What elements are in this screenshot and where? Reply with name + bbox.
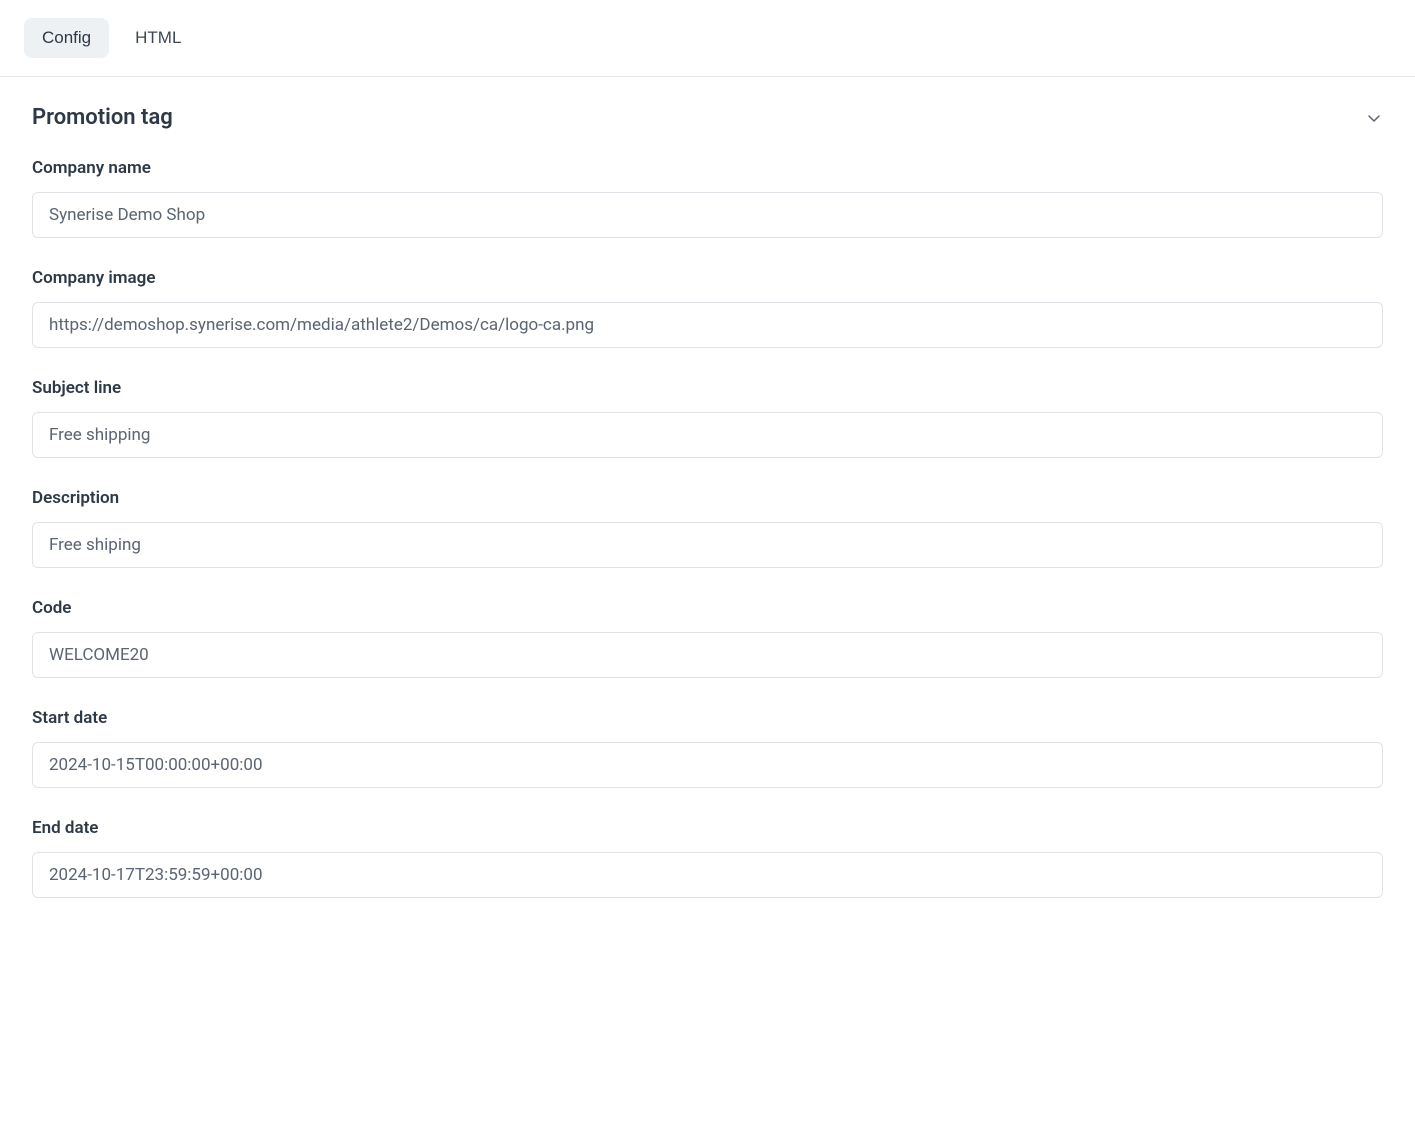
tabs-bar: Config HTML bbox=[0, 0, 1415, 77]
input-end-date[interactable] bbox=[32, 852, 1383, 898]
input-company-image[interactable] bbox=[32, 302, 1383, 348]
label-company-image: Company image bbox=[32, 268, 1383, 288]
input-start-date[interactable] bbox=[32, 742, 1383, 788]
field-company-name: Company name bbox=[32, 158, 1383, 238]
label-end-date: End date bbox=[32, 818, 1383, 838]
chevron-down-icon[interactable] bbox=[1365, 109, 1383, 127]
promotion-tag-section: Promotion tag Company name Company image… bbox=[0, 77, 1415, 960]
label-company-name: Company name bbox=[32, 158, 1383, 178]
section-title: Promotion tag bbox=[32, 105, 173, 130]
field-end-date: End date bbox=[32, 818, 1383, 898]
section-header: Promotion tag bbox=[32, 105, 1383, 130]
input-company-name[interactable] bbox=[32, 192, 1383, 238]
input-subject-line[interactable] bbox=[32, 412, 1383, 458]
tab-html[interactable]: HTML bbox=[117, 18, 199, 58]
field-code: Code bbox=[32, 598, 1383, 678]
field-company-image: Company image bbox=[32, 268, 1383, 348]
label-description: Description bbox=[32, 488, 1383, 508]
field-description: Description bbox=[32, 488, 1383, 568]
label-start-date: Start date bbox=[32, 708, 1383, 728]
label-code: Code bbox=[32, 598, 1383, 618]
label-subject-line: Subject line bbox=[32, 378, 1383, 398]
field-subject-line: Subject line bbox=[32, 378, 1383, 458]
field-start-date: Start date bbox=[32, 708, 1383, 788]
tab-config[interactable]: Config bbox=[24, 18, 109, 58]
input-description[interactable] bbox=[32, 522, 1383, 568]
input-code[interactable] bbox=[32, 632, 1383, 678]
